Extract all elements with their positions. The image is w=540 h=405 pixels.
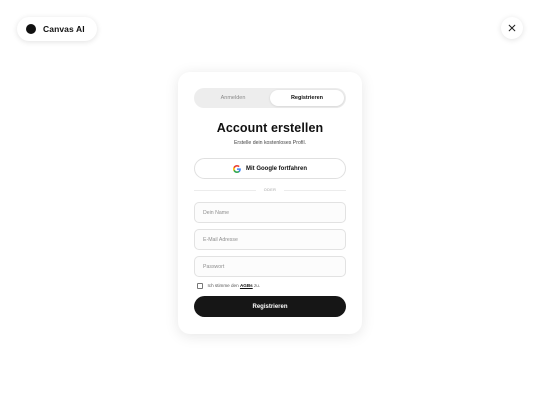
divider-line-left — [194, 189, 256, 191]
divider-line-right — [284, 189, 347, 191]
signup-card: Anmelden Registrieren Account erstellen … — [178, 72, 362, 334]
divider-label: ODER — [263, 188, 277, 192]
brand-logo-icon — [26, 24, 36, 34]
password-field[interactable] — [194, 256, 346, 277]
auth-tabs: Anmelden Registrieren — [194, 88, 346, 108]
card-subtitle: Erstelle dein kostenloses Profil. — [233, 140, 307, 146]
terms-suffix: zu. — [253, 283, 261, 289]
terms-row: Ich stimme den AGBs zu. — [197, 283, 260, 289]
email-field[interactable] — [194, 229, 346, 250]
tab-register[interactable]: Registrieren — [270, 90, 344, 106]
or-divider: ODER — [194, 186, 347, 194]
brand-name: Canvas AI — [43, 24, 85, 34]
close-button[interactable] — [501, 17, 523, 39]
terms-link[interactable]: AGBs — [240, 283, 253, 288]
google-icon — [233, 164, 241, 173]
name-input[interactable] — [203, 209, 337, 216]
password-input[interactable] — [203, 263, 337, 270]
close-icon — [508, 24, 516, 32]
name-field[interactable] — [194, 202, 346, 223]
email-input[interactable] — [203, 236, 337, 243]
google-button-label: Mit Google fortfahren — [246, 165, 307, 172]
register-button[interactable]: Registrieren — [194, 296, 346, 317]
terms-prefix: Ich stimme den — [207, 283, 239, 289]
tab-login[interactable]: Anmelden — [196, 90, 270, 106]
terms-text: Ich stimme den AGBs zu. — [208, 283, 261, 288]
card-title: Account erstellen — [216, 121, 324, 135]
terms-checkbox[interactable] — [197, 283, 203, 289]
brand-pill[interactable]: Canvas AI — [17, 17, 97, 41]
google-signin-button[interactable]: Mit Google fortfahren — [194, 158, 346, 179]
page: Canvas AI Anmelden Registrieren Account … — [0, 0, 540, 405]
